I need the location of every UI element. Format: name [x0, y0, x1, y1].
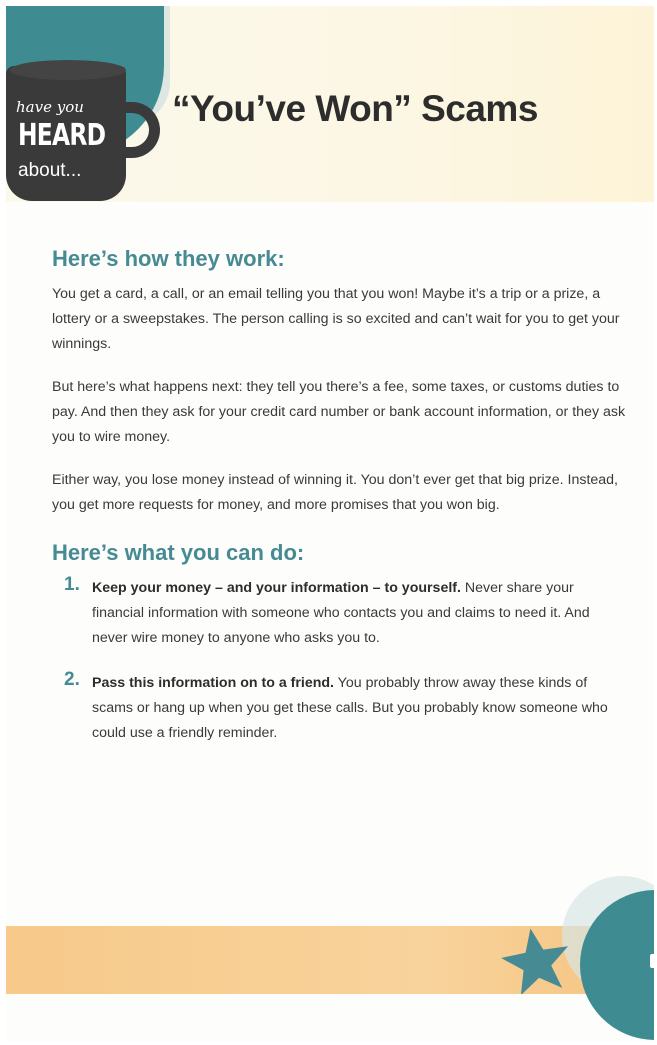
badge-line1: have you [16, 98, 84, 116]
paragraph-2: But here’s what happens next: they tell … [52, 379, 626, 445]
edge-mark [650, 954, 654, 968]
step-number: 2. [64, 669, 80, 690]
step-number: 1. [64, 574, 80, 595]
section-heading-what-you-can-do: Here’s what you can do: [52, 540, 305, 565]
list-item: 1. Keep your money – and your informatio… [52, 574, 628, 651]
page-title: “You’ve Won” Scams [172, 88, 538, 129]
flyer-page: have you HEARD about... “You’ve Won” Sca… [6, 6, 654, 1042]
step-lead: Keep your money – and your information –… [92, 580, 461, 596]
paragraph-3: Either way, you lose money instead of wi… [52, 472, 619, 513]
step-lead: Pass this information on to a friend. [92, 675, 334, 691]
mug-rim [10, 60, 126, 80]
badge-line2: HEARD [18, 118, 106, 153]
badge-line3: about... [18, 160, 82, 181]
section-heading-how-they-work: Here’s how they work: [52, 246, 285, 271]
list-item: 2. Pass this information on to a friend.… [52, 669, 628, 746]
paragraph-1: You get a card, a call, or an email tell… [52, 286, 620, 352]
step-text: Pass this information on to a friend. Yo… [92, 671, 628, 746]
main-content: Here’s how they work: You get a card, a … [52, 246, 628, 766]
star-icon [501, 928, 569, 994]
step-text: Keep your money – and your information –… [92, 576, 628, 651]
steps-list: 1. Keep your money – and your informatio… [52, 574, 628, 746]
